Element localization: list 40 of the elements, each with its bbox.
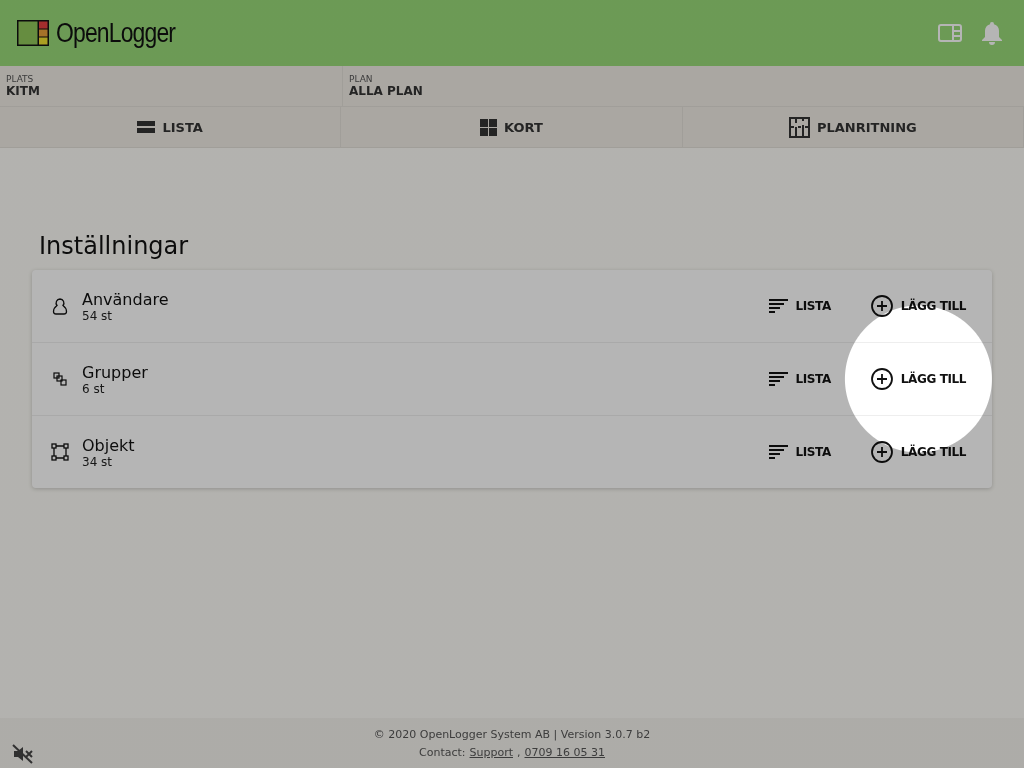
location-value[interactable]: ALLA PLAN (349, 84, 1018, 98)
bell-icon[interactable] (980, 21, 1004, 45)
sort-lines-icon (768, 298, 788, 314)
setting-name: Användare (82, 289, 170, 309)
support-link[interactable]: Support (469, 745, 513, 759)
contact-label: Contact: (419, 745, 466, 759)
floorplan-icon (788, 116, 810, 138)
plus-circle-icon (870, 368, 893, 390)
list-button[interactable]: LISTA (768, 292, 831, 320)
setting-name: Grupper (82, 362, 149, 382)
logo-icon (16, 19, 50, 47)
location-label: PLATS (6, 74, 35, 84)
list-button[interactable]: LISTA (768, 438, 831, 466)
object-icon (51, 443, 69, 461)
plus-circle-icon (870, 295, 893, 317)
add-button[interactable]: LÄGG TILL (870, 435, 966, 469)
panel-icon[interactable] (938, 24, 962, 42)
separator-text: , (517, 745, 521, 759)
plus-circle-icon (870, 441, 893, 463)
add-button[interactable]: LÄGG TILL (870, 289, 966, 323)
grid-icon (480, 118, 498, 136)
location-label: PLAN (349, 74, 374, 84)
user-icon (52, 297, 68, 315)
setting-count: 54 st (82, 308, 114, 323)
list-icon (137, 120, 156, 134)
phone-link[interactable]: 0709 16 05 31 (524, 745, 605, 759)
section-title: Inställningar (39, 232, 190, 260)
view-tab[interactable]: KORT (341, 107, 683, 147)
setting-count: 34 st (82, 454, 114, 469)
mute-icon[interactable] (12, 744, 34, 764)
group-icon (53, 372, 67, 386)
list-button[interactable]: LISTA (768, 365, 831, 393)
copyright-text: © 2020 OpenLogger System AB | Version 3.0.7 b2 (373, 727, 651, 741)
location-value[interactable]: KITM (6, 84, 336, 98)
setting-name: Objekt (82, 435, 136, 455)
add-button[interactable]: LÄGG TILL (870, 362, 966, 396)
sort-lines-icon (768, 371, 788, 387)
setting-count: 6 st (82, 381, 106, 396)
logo-text: OpenLogger (56, 17, 176, 49)
sort-lines-icon (768, 444, 788, 460)
